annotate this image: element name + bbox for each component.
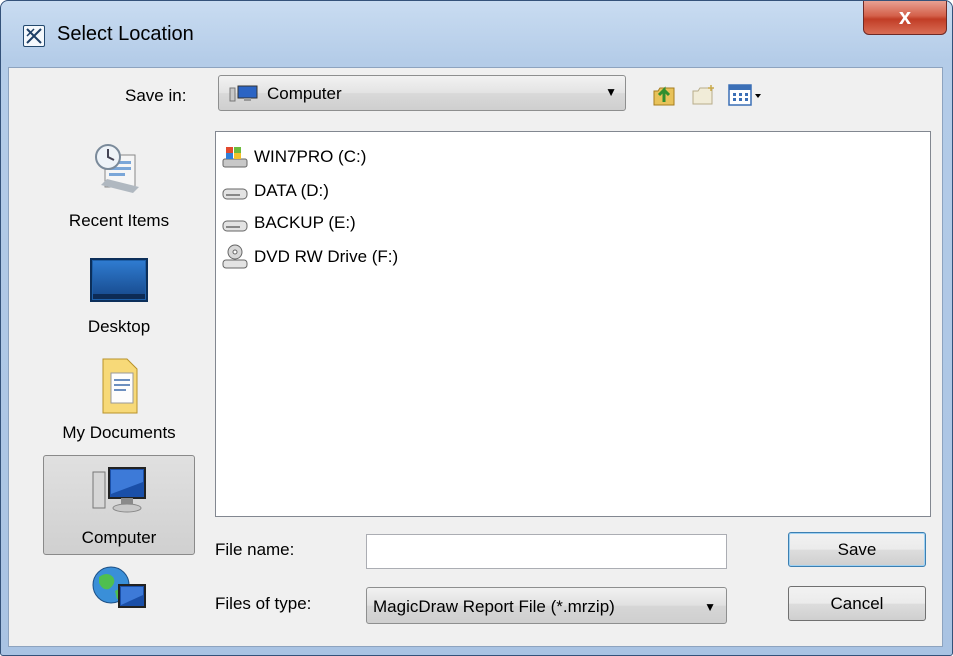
drive-name: WIN7PRO (C:) — [254, 147, 367, 166]
file-list[interactable]: WIN7PRO (C:) DATA (D:) BACKUP (E:) DVD R… — [215, 131, 931, 517]
chevron-down-icon: ▼ — [704, 600, 716, 614]
place-computer[interactable]: Computer — [43, 455, 195, 555]
place-label: My Documents — [62, 423, 176, 442]
drive-name: DVD RW Drive (F:) — [254, 247, 399, 266]
file-name-field[interactable] — [366, 534, 727, 569]
app-icon — [23, 25, 45, 47]
file-name-label: File name: — [215, 540, 295, 559]
chevron-down-icon: ▼ — [605, 85, 617, 99]
place-label: Desktop — [87, 317, 151, 336]
computer-icon — [229, 85, 258, 102]
file-type-dropdown[interactable]: MagicDraw Report File (*.mrzip) ▼ — [366, 587, 727, 624]
save-in-label: Save in: — [125, 86, 187, 105]
up-one-level-icon — [653, 86, 675, 106]
hard-drive-icon — [222, 188, 248, 200]
place-network[interactable] — [43, 561, 195, 621]
file-type-value: MagicDraw Report File (*.mrzip) — [373, 597, 615, 616]
computer-icon — [92, 467, 146, 513]
file-type-label: Files of type: — [215, 594, 312, 613]
drive-name: BACKUP (E:) — [254, 213, 356, 232]
desktop-icon — [90, 258, 148, 302]
list-item[interactable]: DVD RW Drive (F:) — [222, 242, 398, 272]
location-value: Computer — [267, 84, 342, 103]
window-title: Select Location — [57, 23, 194, 45]
recent-items-icon — [95, 144, 139, 193]
place-label: Recent Items — [68, 211, 170, 230]
close-button[interactable]: x — [863, 1, 947, 35]
create-new-folder-button[interactable] — [690, 82, 718, 108]
list-item[interactable]: DATA (D:) — [222, 176, 329, 206]
view-menu-button[interactable] — [727, 82, 767, 108]
create-new-folder-icon — [692, 85, 714, 105]
drive-name: DATA (D:) — [254, 181, 329, 200]
save-in-dropdown[interactable]: Computer ▼ — [218, 75, 626, 111]
close-icon: x — [898, 4, 912, 29]
list-item[interactable]: WIN7PRO (C:) — [222, 142, 366, 172]
place-recent-items[interactable]: Recent Items — [43, 137, 195, 237]
place-label: Computer — [81, 528, 157, 547]
list-item[interactable]: BACKUP (E:) — [222, 208, 356, 238]
view-menu-icon — [728, 84, 761, 106]
place-my-documents[interactable]: My Documents — [43, 349, 195, 449]
up-one-level-button[interactable] — [650, 82, 678, 108]
place-desktop[interactable]: Desktop — [43, 243, 195, 343]
system-drive-icon — [222, 147, 248, 168]
network-icon — [92, 566, 146, 608]
my-documents-icon — [102, 358, 138, 414]
dvd-drive-icon — [222, 244, 248, 269]
hard-drive-icon — [222, 220, 248, 232]
title-bar[interactable]: Select Location x — [1, 1, 952, 69]
save-button[interactable]: Save — [788, 532, 926, 567]
cancel-button[interactable]: Cancel — [788, 586, 926, 621]
places-bar: Recent Items Desktop My Documents Comput… — [37, 131, 199, 646]
